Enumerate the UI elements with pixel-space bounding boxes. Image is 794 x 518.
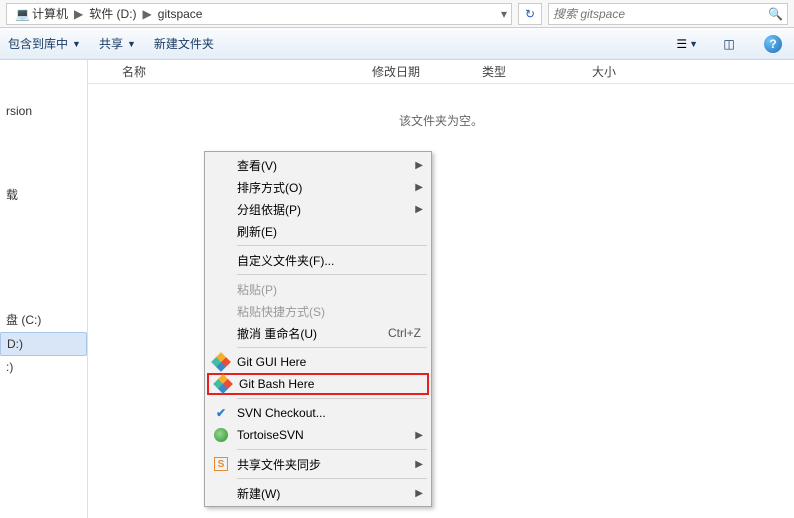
git-icon <box>213 374 233 394</box>
chevron-right-icon: ▶ <box>415 204 423 215</box>
menu-tortoisesvn[interactable]: TortoiseSVN▶ <box>207 424 429 446</box>
chevron-down-icon: ▼ <box>689 39 698 49</box>
new-folder-button[interactable]: 新建文件夹 <box>154 35 214 52</box>
address-bar: 💻 计算机 ▶ 软件 (D:) ▶ gitspace ▾ ↻ 🔍 <box>0 0 794 28</box>
refresh-button[interactable]: ↻ <box>518 3 542 25</box>
menu-customize-folder[interactable]: 自定义文件夹(F)... <box>207 249 429 271</box>
chevron-right-icon: ▶ <box>415 182 423 193</box>
git-icon <box>211 352 231 372</box>
menu-undo-rename[interactable]: 撤消 重命名(U)Ctrl+Z <box>207 322 429 344</box>
menu-view[interactable]: 查看(V)▶ <box>207 154 429 176</box>
view-options-button[interactable]: ☰ ▼ <box>676 37 698 51</box>
col-type[interactable]: 类型 <box>474 63 584 80</box>
toolbar: 包含到库中 ▼ 共享 ▼ 新建文件夹 ☰ ▼ ◫ ? <box>0 28 794 60</box>
chevron-right-icon: ▶ <box>415 488 423 499</box>
newfolder-label: 新建文件夹 <box>154 35 214 52</box>
view-options-icon: ☰ <box>676 37 687 51</box>
include-in-library-button[interactable]: 包含到库中 ▼ <box>8 35 81 52</box>
chevron-down-icon: ▼ <box>127 39 136 49</box>
separator <box>237 245 427 246</box>
context-menu: 查看(V)▶ 排序方式(O)▶ 分组依据(P)▶ 刷新(E) 自定义文件夹(F)… <box>204 151 432 507</box>
menu-git-bash[interactable]: Git Bash Here <box>207 373 429 395</box>
breadcrumb-dropdown-icon[interactable]: ▾ <box>501 7 507 21</box>
col-date[interactable]: 修改日期 <box>364 63 474 80</box>
share-button[interactable]: 共享 ▼ <box>99 35 136 52</box>
menu-group[interactable]: 分组依据(P)▶ <box>207 198 429 220</box>
bc-folder[interactable]: gitspace <box>154 7 207 21</box>
column-headers: 名称 修改日期 类型 大小 <box>88 60 794 84</box>
shortcut-text: Ctrl+Z <box>388 326 421 340</box>
search-icon[interactable]: 🔍 <box>768 7 783 21</box>
menu-share-sync[interactable]: S共享文件夹同步▶ <box>207 453 429 475</box>
chevron-right-icon[interactable]: ▶ <box>74 7 83 21</box>
content-area[interactable]: 名称 修改日期 类型 大小 该文件夹为空。 <box>88 60 794 518</box>
svn-checkout-icon: ✔ <box>214 406 228 420</box>
share-label: 共享 <box>99 35 123 52</box>
separator <box>237 274 427 275</box>
chevron-right-icon: ▶ <box>415 430 423 441</box>
search-box[interactable]: 🔍 <box>548 3 788 25</box>
search-input[interactable] <box>553 7 764 21</box>
bc-root-label: 计算机 <box>32 5 68 22</box>
sidebar-item[interactable]: rsion <box>0 100 87 122</box>
help-icon: ? <box>764 35 782 53</box>
chevron-down-icon: ▼ <box>72 39 81 49</box>
separator <box>237 398 427 399</box>
menu-git-gui[interactable]: Git GUI Here <box>207 351 429 373</box>
sidebar-item[interactable]: 盘 (C:) <box>0 307 87 332</box>
include-label: 包含到库中 <box>8 35 68 52</box>
sync-icon: S <box>214 457 228 471</box>
preview-pane-icon: ◫ <box>723 37 734 51</box>
chevron-right-icon: ▶ <box>415 160 423 171</box>
bc-root[interactable]: 💻 计算机 <box>11 5 72 22</box>
breadcrumb[interactable]: 💻 计算机 ▶ 软件 (D:) ▶ gitspace ▾ <box>6 3 512 25</box>
preview-pane-button[interactable]: ◫ <box>716 33 742 55</box>
separator <box>237 449 427 450</box>
empty-folder-message: 该文件夹为空。 <box>88 112 794 129</box>
tortoise-icon <box>214 428 228 442</box>
menu-svn-checkout[interactable]: ✔SVN Checkout... <box>207 402 429 424</box>
col-size[interactable]: 大小 <box>584 63 664 80</box>
help-button[interactable]: ? <box>760 33 786 55</box>
separator <box>237 347 427 348</box>
refresh-icon: ↻ <box>525 7 535 21</box>
sidebar-item[interactable]: :) <box>0 356 87 378</box>
computer-icon: 💻 <box>15 7 30 21</box>
separator <box>237 478 427 479</box>
sidebar-item-selected[interactable]: D:) <box>0 332 87 356</box>
menu-sort[interactable]: 排序方式(O)▶ <box>207 176 429 198</box>
bc-drive[interactable]: 软件 (D:) <box>85 5 140 22</box>
chevron-right-icon[interactable]: ▶ <box>143 7 152 21</box>
menu-refresh[interactable]: 刷新(E) <box>207 220 429 242</box>
menu-paste: 粘贴(P) <box>207 278 429 300</box>
sidebar: rsion 载 盘 (C:) D:) :) <box>0 60 88 518</box>
menu-paste-shortcut: 粘贴快捷方式(S) <box>207 300 429 322</box>
chevron-right-icon: ▶ <box>415 459 423 470</box>
col-name[interactable]: 名称 <box>114 63 364 80</box>
sidebar-item[interactable]: 载 <box>0 182 87 207</box>
menu-new[interactable]: 新建(W)▶ <box>207 482 429 504</box>
